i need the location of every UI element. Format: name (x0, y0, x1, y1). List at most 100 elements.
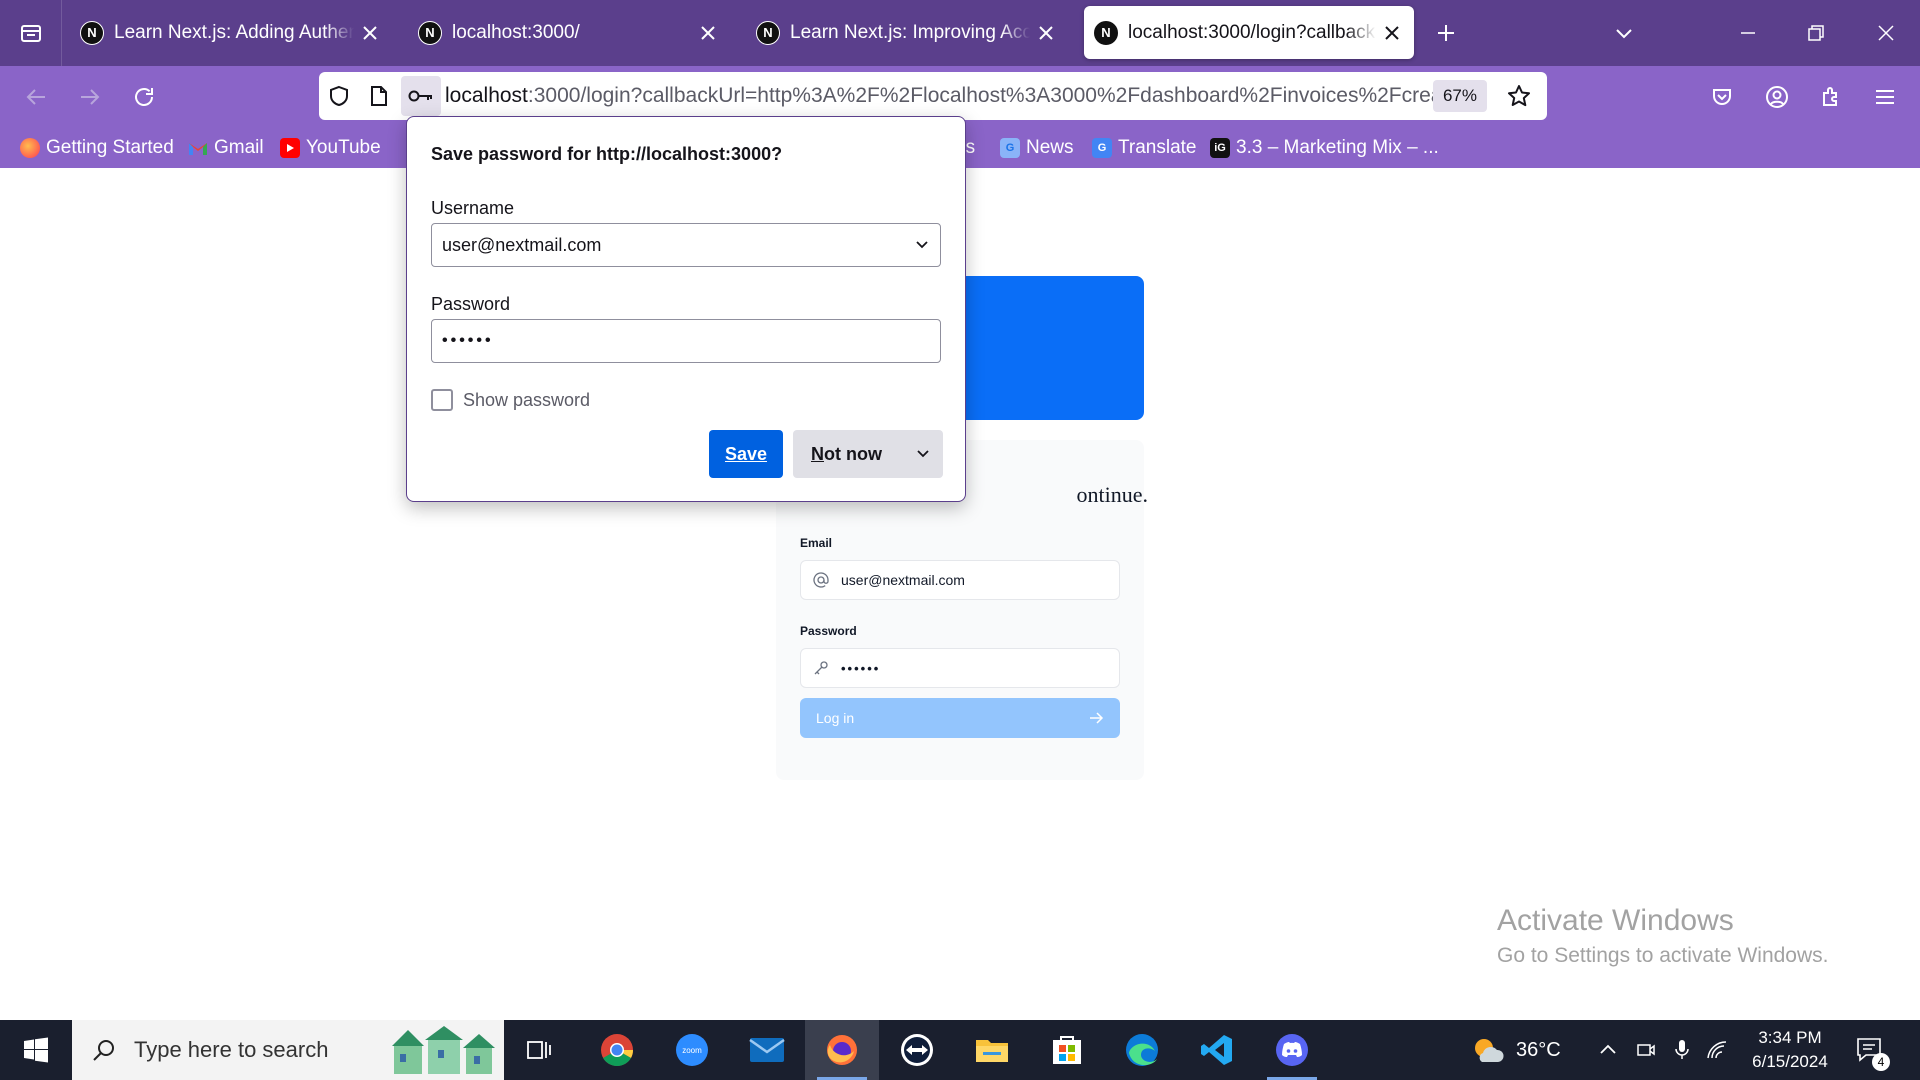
taskbar-teamviewer[interactable] (880, 1020, 954, 1080)
microphone-button[interactable] (1672, 1020, 1692, 1080)
bookmark-label: 3.3 – Marketing Mix – ... (1236, 137, 1439, 158)
start-button[interactable] (0, 1020, 72, 1080)
bookmark-label: Translate (1118, 137, 1197, 158)
email-field[interactable]: user@nextmail.com (800, 560, 1120, 600)
firefox-view-button[interactable] (0, 0, 62, 66)
not-now-label: Not now (811, 443, 882, 464)
network-button[interactable] (1706, 1020, 1728, 1080)
tab-0[interactable]: N Learn Next.js: Adding Authentication (70, 6, 392, 59)
taskbar-vscode[interactable] (1180, 1020, 1254, 1080)
chevron-down-icon[interactable] (914, 236, 930, 252)
account-button[interactable] (1760, 80, 1794, 114)
bookmark-marketing-mix[interactable]: iG 3.3 – Marketing Mix – ... (1210, 134, 1439, 162)
list-all-tabs-button[interactable] (1609, 18, 1639, 48)
popup-title: Save password for http://localhost:3000? (431, 144, 783, 164)
arrow-right-icon (1090, 712, 1104, 724)
bookmark-getting-started[interactable]: Getting Started (20, 134, 174, 162)
new-tab-button[interactable] (1431, 18, 1461, 48)
bookmark-star-icon[interactable] (1499, 72, 1539, 120)
url-text[interactable]: localhost:3000/login?callbackUrl=http%3A… (445, 84, 1433, 108)
bookmark-label: News (1026, 137, 1074, 158)
tab-1[interactable]: N localhost:3000/ (408, 6, 730, 59)
extensions-button[interactable] (1814, 80, 1848, 114)
minimize-button[interactable] (1733, 18, 1763, 48)
restore-icon (1808, 25, 1824, 41)
news-icon: G (1000, 138, 1020, 158)
taskbar-file-explorer[interactable] (955, 1020, 1029, 1080)
pocket-icon (1713, 89, 1731, 105)
clock[interactable]: 3:34 PM 6/15/2024 (1740, 1026, 1840, 1074)
meet-now-button[interactable] (1636, 1020, 1656, 1080)
search-placeholder: Type here to search (134, 1037, 329, 1062)
password-value: •••••• (841, 660, 881, 676)
save-button[interactable]: Save (709, 430, 783, 478)
pocket-button[interactable] (1705, 80, 1739, 114)
taskbar-firefox[interactable] (805, 1020, 879, 1080)
task-view-icon (527, 1041, 551, 1059)
bookmark-gmail[interactable]: Gmail (188, 134, 264, 162)
bookmark-news[interactable]: G News (1000, 134, 1074, 162)
login-heading-text: ontinue. (1076, 482, 1149, 507)
log-in-button[interactable]: Log in (800, 698, 1120, 738)
chevron-down-icon[interactable] (915, 445, 931, 461)
taskbar-chrome[interactable] (580, 1020, 654, 1080)
menu-button[interactable] (1868, 80, 1902, 114)
bookmark-translate[interactable]: G Translate (1092, 134, 1197, 162)
taskbar-zoom[interactable]: zoom (655, 1020, 729, 1080)
taskbar-search[interactable]: Type here to search (72, 1020, 504, 1080)
username-field[interactable]: user@nextmail.com (431, 223, 941, 267)
taskbar-mail[interactable] (730, 1020, 804, 1080)
password-key-icon[interactable] (401, 76, 441, 116)
show-password-checkbox[interactable] (431, 389, 453, 411)
tab-close-icon[interactable] (358, 21, 382, 45)
back-button[interactable] (19, 80, 53, 114)
task-view-button[interactable] (502, 1020, 576, 1080)
tab-close-icon[interactable] (1034, 21, 1058, 45)
mail-icon (749, 1038, 785, 1062)
discord-icon (1276, 1034, 1308, 1066)
weather-partly-cloudy-icon (1475, 1039, 1504, 1062)
bookmark-youtube[interactable]: YouTube (280, 134, 381, 162)
tab-close-icon[interactable] (1380, 21, 1404, 45)
password-label: Password (800, 624, 857, 638)
show-hidden-icons-button[interactable] (1598, 1020, 1618, 1080)
weather-widget[interactable]: 36°C (1472, 1020, 1561, 1080)
log-in-label: Log in (816, 710, 855, 726)
tab-close-icon[interactable] (696, 21, 720, 45)
address-bar[interactable]: localhost:3000/login?callbackUrl=http%3A… (319, 72, 1547, 120)
page-info-icon[interactable] (359, 72, 399, 120)
taskbar-microsoft-store[interactable] (1030, 1020, 1104, 1080)
notification-center-button[interactable]: 4 (1856, 1020, 1890, 1080)
show-password-row[interactable]: Show password (431, 389, 590, 411)
password-label: Password (431, 294, 511, 314)
bookmark-label: Getting Started (46, 137, 174, 158)
forward-button[interactable] (73, 80, 107, 114)
close-window-button[interactable] (1871, 18, 1901, 48)
reload-button[interactable] (127, 80, 161, 114)
teamviewer-icon (901, 1034, 933, 1066)
tab-2[interactable]: N Learn Next.js: Improving Accessibility (746, 6, 1068, 59)
vscode-icon (1201, 1035, 1232, 1065)
password-field[interactable]: •••••• (800, 648, 1120, 688)
username-value: user@nextmail.com (442, 234, 602, 255)
restore-button[interactable] (1801, 18, 1831, 48)
tab-3-active[interactable]: N localhost:3000/login?callbackUrl (1084, 6, 1414, 59)
not-now-button[interactable]: Not now (793, 430, 943, 478)
nextjs-favicon-icon: N (1094, 20, 1118, 45)
clock-date: 6/15/2024 (1752, 1052, 1828, 1071)
at-sign-icon (813, 572, 829, 588)
tab-title: Learn Next.js: Improving Accessibility (790, 21, 1030, 43)
windows-logo-icon (24, 1037, 48, 1063)
password-field[interactable]: •••••• (431, 319, 941, 363)
tracking-protection-icon[interactable] (319, 72, 359, 120)
bookmark-label: YouTube (306, 137, 381, 158)
firefox-view-icon (20, 25, 41, 42)
plus-icon (1438, 25, 1454, 41)
microphone-icon (1675, 1040, 1689, 1059)
taskbar-discord[interactable] (1255, 1020, 1329, 1080)
minimize-icon (1741, 32, 1755, 34)
tab-title: localhost:3000/ (452, 21, 580, 43)
taskbar-edge[interactable] (1105, 1020, 1179, 1080)
zoom-indicator[interactable]: 67% (1432, 80, 1487, 112)
url-host: localhost (445, 84, 528, 107)
